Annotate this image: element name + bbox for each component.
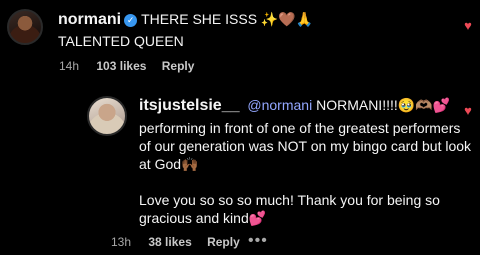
username-normani[interactable]: normani: [58, 11, 121, 28]
reply-text-line4: at God🙌🏾: [139, 156, 199, 172]
verified-badge-icon: ✓: [124, 14, 138, 27]
comment-meta: 14h 103 likes Reply: [59, 59, 194, 73]
comment-reply-button[interactable]: Reply: [162, 59, 195, 73]
reply-text-line2: performing in front of one of the greate…: [139, 120, 461, 136]
reply-header: itsjustelsie__ @normani NORMANI!!!!🥹🫶🏽💕: [139, 96, 450, 115]
more-options-icon[interactable]: •••: [248, 232, 268, 250]
reply-meta: 13h 38 likes Reply: [111, 235, 240, 249]
comment-text-line2: TALENTED QUEEN: [58, 33, 184, 49]
heart-icon[interactable]: ♥: [461, 19, 475, 33]
avatar-itsjustelsie[interactable]: [87, 96, 127, 136]
reply-text-line1: NORMANI!!!!🥹🫶🏽💕: [316, 97, 451, 113]
reply-time: 13h: [111, 235, 132, 249]
username-itsjustelsie[interactable]: itsjustelsie__: [139, 97, 240, 114]
comment-header: normani ✓ THERE SHE ISSS ✨🤎🙏: [58, 10, 313, 29]
comment-likes[interactable]: 103 likes: [96, 59, 146, 73]
reply-reply-button[interactable]: Reply: [207, 235, 240, 249]
reply-text-line5: Love you so so so much! Thank you for be…: [139, 192, 440, 208]
reply-likes[interactable]: 38 likes: [148, 235, 191, 249]
avatar-normani[interactable]: [7, 9, 43, 45]
reply-text-line6: gracious and kind💕: [139, 210, 267, 226]
heart-icon[interactable]: ♥: [461, 104, 475, 118]
comment-text-line1: THERE SHE ISSS ✨🤎🙏: [141, 11, 314, 27]
reply-text-line3: of our generation was NOT on my bingo ca…: [139, 138, 472, 154]
comment-time: 14h: [59, 59, 80, 73]
mention-normani[interactable]: @normani: [247, 97, 312, 113]
